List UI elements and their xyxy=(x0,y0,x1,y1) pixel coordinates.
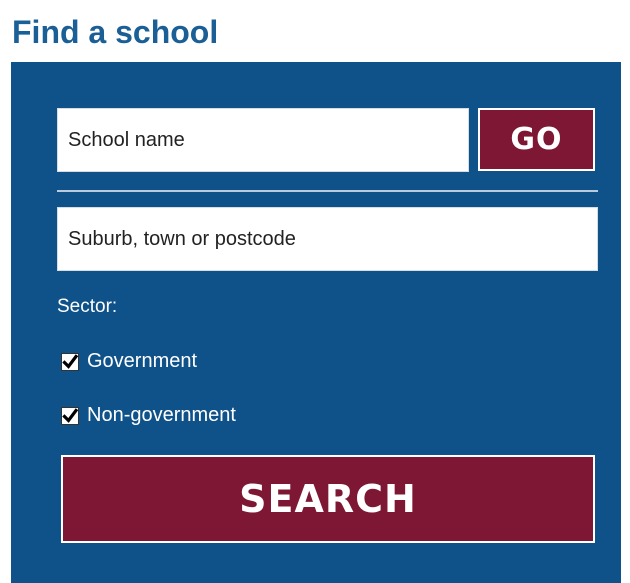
non-government-option[interactable]: Non-government xyxy=(61,404,236,427)
school-name-input[interactable] xyxy=(57,108,469,172)
non-government-checkbox[interactable] xyxy=(61,406,79,425)
search-button[interactable]: SEARCH xyxy=(61,455,595,543)
government-option[interactable]: Government xyxy=(61,350,197,373)
divider xyxy=(57,190,598,192)
sector-label: Sector: xyxy=(57,296,118,317)
find-school-panel: GO Sector: Government Non-government SEA… xyxy=(11,62,621,583)
government-checkbox[interactable] xyxy=(61,352,79,371)
checkmark-icon xyxy=(62,353,78,369)
go-button[interactable]: GO xyxy=(478,108,595,171)
checkmark-icon xyxy=(62,407,78,423)
non-government-label: Non-government xyxy=(87,404,236,426)
location-input[interactable] xyxy=(57,207,598,271)
government-label: Government xyxy=(87,350,198,372)
widget-title: Find a school xyxy=(12,14,219,50)
